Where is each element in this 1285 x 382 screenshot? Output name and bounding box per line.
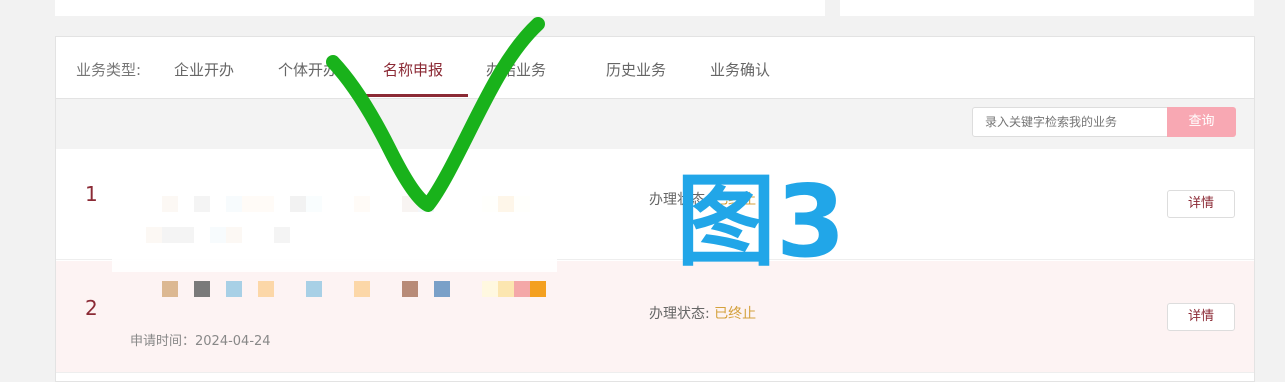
search-button[interactable]: 查询: [1167, 107, 1236, 137]
figure-label: 图3: [676, 163, 846, 280]
apply-time: 申请时间：2024-04-24: [130, 334, 271, 349]
item-index: 1: [85, 182, 98, 206]
status-label: 办理状态: 已终止: [649, 306, 757, 322]
detail-button[interactable]: 详情: [1167, 190, 1235, 218]
top-card-left: [55, 0, 825, 16]
active-tab-indicator: [364, 94, 468, 97]
tab-business-confirm[interactable]: 业务确认: [710, 59, 770, 80]
tab-history-business[interactable]: 历史业务: [606, 59, 666, 80]
business-type-tabs: 业务类型: 企业开办 个体开办 名称申报 办结业务 历史业务 业务确认: [56, 37, 1254, 99]
top-card-right: [840, 0, 1254, 16]
tab-individual-setup[interactable]: 个体开办: [278, 59, 338, 80]
search-input[interactable]: [972, 107, 1168, 137]
detail-button[interactable]: 详情: [1167, 303, 1235, 331]
tab-company-setup[interactable]: 企业开办: [174, 59, 234, 80]
status-value: 已终止: [714, 306, 757, 322]
business-type-label: 业务类型:: [76, 61, 142, 79]
search-bar: 查询: [56, 99, 1254, 149]
redaction-overlay: [112, 152, 557, 272]
tab-name-declaration[interactable]: 名称申报: [383, 59, 443, 80]
item-name-redacted: [130, 281, 560, 301]
tab-completed-business[interactable]: 办结业务: [486, 59, 546, 80]
list-item: 2 申请时间：2024-04-24 办理状态: 已终止 详情: [56, 261, 1254, 373]
item-index: 2: [85, 296, 98, 320]
